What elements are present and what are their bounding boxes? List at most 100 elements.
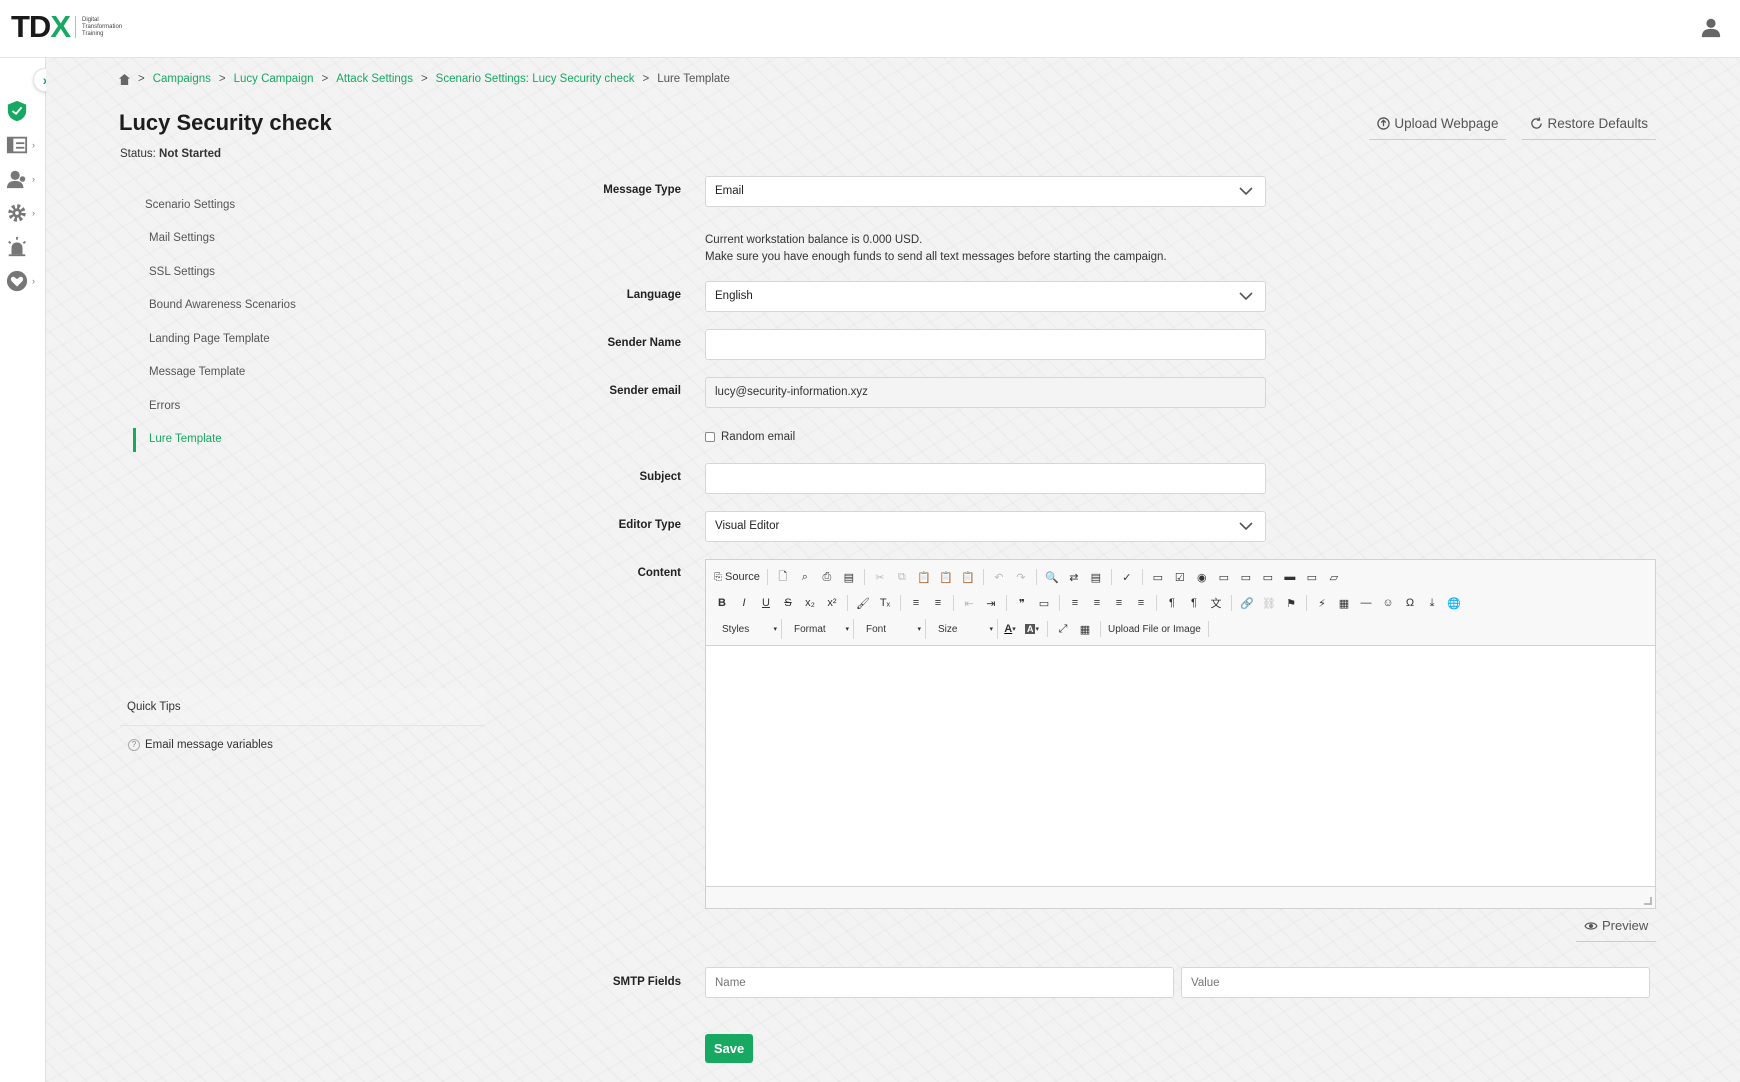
ltr-button[interactable]: ¶ xyxy=(1162,593,1182,613)
sidenav-item-lure-template[interactable]: Lure Template xyxy=(133,423,485,457)
breadcrumb-campaigns[interactable]: Campaigns xyxy=(153,73,211,85)
unlink-button[interactable]: ⛓ xyxy=(1259,593,1279,613)
select-all-button[interactable]: ▤ xyxy=(1086,567,1106,587)
paste-text-button[interactable]: 📋 xyxy=(936,567,956,587)
sidenav-item-message-template[interactable]: Message Template xyxy=(133,356,485,390)
italic-button[interactable]: I xyxy=(734,593,754,613)
random-email-row[interactable]: Random email xyxy=(705,431,795,443)
align-right-button[interactable]: ≡ xyxy=(1109,593,1129,613)
rail-item-dashboard[interactable]: › xyxy=(6,134,40,156)
upload-webpage-button[interactable]: Upload Webpage xyxy=(1369,112,1507,140)
cut-button[interactable]: ✂ xyxy=(870,567,890,587)
random-email-checkbox[interactable] xyxy=(705,432,715,442)
radio-button[interactable]: ◉ xyxy=(1192,567,1212,587)
superscript-button[interactable]: x² xyxy=(822,593,842,613)
special-char-button[interactable]: Ω xyxy=(1400,593,1420,613)
breadcrumb-lucy-campaign[interactable]: Lucy Campaign xyxy=(234,73,314,85)
checkbox-button[interactable]: ☑ xyxy=(1170,567,1190,587)
smtp-name-input[interactable] xyxy=(705,967,1174,998)
numbered-list-button[interactable]: ≡ xyxy=(906,593,926,613)
editor-type-select[interactable]: Visual Editor xyxy=(705,511,1266,542)
blockquote-button[interactable]: ❞ xyxy=(1012,593,1032,613)
preview-button[interactable]: Preview xyxy=(1576,916,1657,942)
restore-defaults-button[interactable]: Restore Defaults xyxy=(1522,112,1656,140)
sidenav-item-bound-awareness[interactable]: Bound Awareness Scenarios xyxy=(133,289,485,323)
select-button[interactable]: ▭ xyxy=(1258,567,1278,587)
background-color-button[interactable]: A ▾ xyxy=(1022,619,1042,639)
rail-item-health[interactable]: › xyxy=(6,270,40,292)
paste-button[interactable]: 📋 xyxy=(914,567,934,587)
rail-item-shield[interactable] xyxy=(6,100,40,122)
sidenav-item-mail-settings[interactable]: Mail Settings xyxy=(133,222,485,256)
redo-button[interactable]: ↷ xyxy=(1011,567,1031,587)
div-button[interactable]: ▭ xyxy=(1034,593,1054,613)
new-page-button[interactable]: 🗋 xyxy=(773,567,793,587)
align-left-button[interactable]: ≡ xyxy=(1065,593,1085,613)
page-break-button[interactable]: ⤓ xyxy=(1422,593,1442,613)
sender-name-input[interactable] xyxy=(705,329,1266,360)
source-button[interactable]: ⎘ Source xyxy=(712,567,762,587)
textfield-button[interactable]: ▭ xyxy=(1214,567,1234,587)
breadcrumb-attack-settings[interactable]: Attack Settings xyxy=(336,73,413,85)
copy-button[interactable]: ⧉ xyxy=(892,567,912,587)
styles-dropdown[interactable]: Styles ▾ xyxy=(712,619,782,639)
breadcrumb-scenario-settings[interactable]: Scenario Settings: Lucy Security check xyxy=(436,73,635,85)
underline-button[interactable]: U xyxy=(756,593,776,613)
form-button[interactable]: ▭ xyxy=(1148,567,1168,587)
horizontal-line-button[interactable]: ― xyxy=(1356,593,1376,613)
editor-body[interactable] xyxy=(706,646,1655,886)
sidenav-item-errors[interactable]: Errors xyxy=(133,390,485,424)
quick-tip-email-variables[interactable]: ? Email message variables xyxy=(120,726,485,764)
preview-button[interactable]: ⌕ xyxy=(795,567,815,587)
bold-button[interactable]: B xyxy=(712,593,732,613)
smtp-value-input[interactable] xyxy=(1181,967,1650,998)
print-button[interactable]: ⎙ xyxy=(817,567,837,587)
flash-button[interactable]: ⚡ xyxy=(1312,593,1332,613)
rtl-button[interactable]: ¶ xyxy=(1184,593,1204,613)
strike-button[interactable]: S xyxy=(778,593,798,613)
paste-word-button[interactable]: 📋 xyxy=(958,567,978,587)
maximize-button[interactable]: ⤢ xyxy=(1053,619,1073,639)
upload-file-button[interactable]: Upload File or Image xyxy=(1106,619,1203,639)
language-select[interactable]: English xyxy=(705,281,1266,312)
find-button[interactable]: 🔍 xyxy=(1042,567,1062,587)
button-button[interactable]: ▬ xyxy=(1280,567,1300,587)
link-button[interactable]: 🔗 xyxy=(1237,593,1257,613)
message-type-select[interactable]: Email xyxy=(705,176,1266,207)
spellcheck-button[interactable]: ✓ xyxy=(1117,567,1137,587)
language-button[interactable]: 文 xyxy=(1206,593,1226,613)
sender-email-input[interactable]: lucy@security-information.xyz xyxy=(705,377,1266,408)
table-button[interactable]: ▦ xyxy=(1334,593,1354,613)
subscript-button[interactable]: x₂ xyxy=(800,593,820,613)
rail-item-settings[interactable]: › xyxy=(6,202,40,224)
subject-input[interactable] xyxy=(705,463,1266,494)
indent-button[interactable]: ⇥ xyxy=(981,593,1001,613)
hidden-field-button[interactable]: ▱ xyxy=(1324,567,1344,587)
justify-button[interactable]: ≡ xyxy=(1131,593,1151,613)
font-dropdown[interactable]: Font ▾ xyxy=(856,619,926,639)
format-dropdown[interactable]: Format ▾ xyxy=(784,619,854,639)
bullet-list-button[interactable]: ≡ xyxy=(928,593,948,613)
text-color-button[interactable]: A ▾ xyxy=(1000,619,1020,639)
replace-button[interactable]: ⇄ xyxy=(1064,567,1084,587)
size-dropdown[interactable]: Size ▾ xyxy=(928,619,998,639)
smiley-button[interactable]: ☺ xyxy=(1378,593,1398,613)
anchor-button[interactable]: ⚑ xyxy=(1281,593,1301,613)
remove-format-button[interactable]: Tₓ xyxy=(875,593,895,613)
rail-item-alarm[interactable] xyxy=(6,236,40,258)
sidenav-item-landing-page[interactable]: Landing Page Template xyxy=(133,323,485,357)
sidenav-item-ssl-settings[interactable]: SSL Settings xyxy=(133,256,485,290)
image-button-button[interactable]: ▭ xyxy=(1302,567,1322,587)
show-blocks-button[interactable]: ▦ xyxy=(1075,619,1095,639)
save-button[interactable]: Save xyxy=(705,1034,753,1063)
align-center-button[interactable]: ≡ xyxy=(1087,593,1107,613)
templates-button[interactable]: ▤ xyxy=(839,567,859,587)
copy-format-button[interactable]: 🖌 xyxy=(853,593,873,613)
textarea-button[interactable]: ▭ xyxy=(1236,567,1256,587)
home-icon[interactable] xyxy=(119,73,130,85)
tdx-logo[interactable]: TDX Digital Transformation Training xyxy=(11,11,122,42)
sidenav-heading[interactable]: Scenario Settings xyxy=(133,188,485,222)
rail-item-users[interactable]: › xyxy=(6,168,40,190)
undo-button[interactable]: ↶ xyxy=(989,567,1009,587)
outdent-button[interactable]: ⇤ xyxy=(959,593,979,613)
